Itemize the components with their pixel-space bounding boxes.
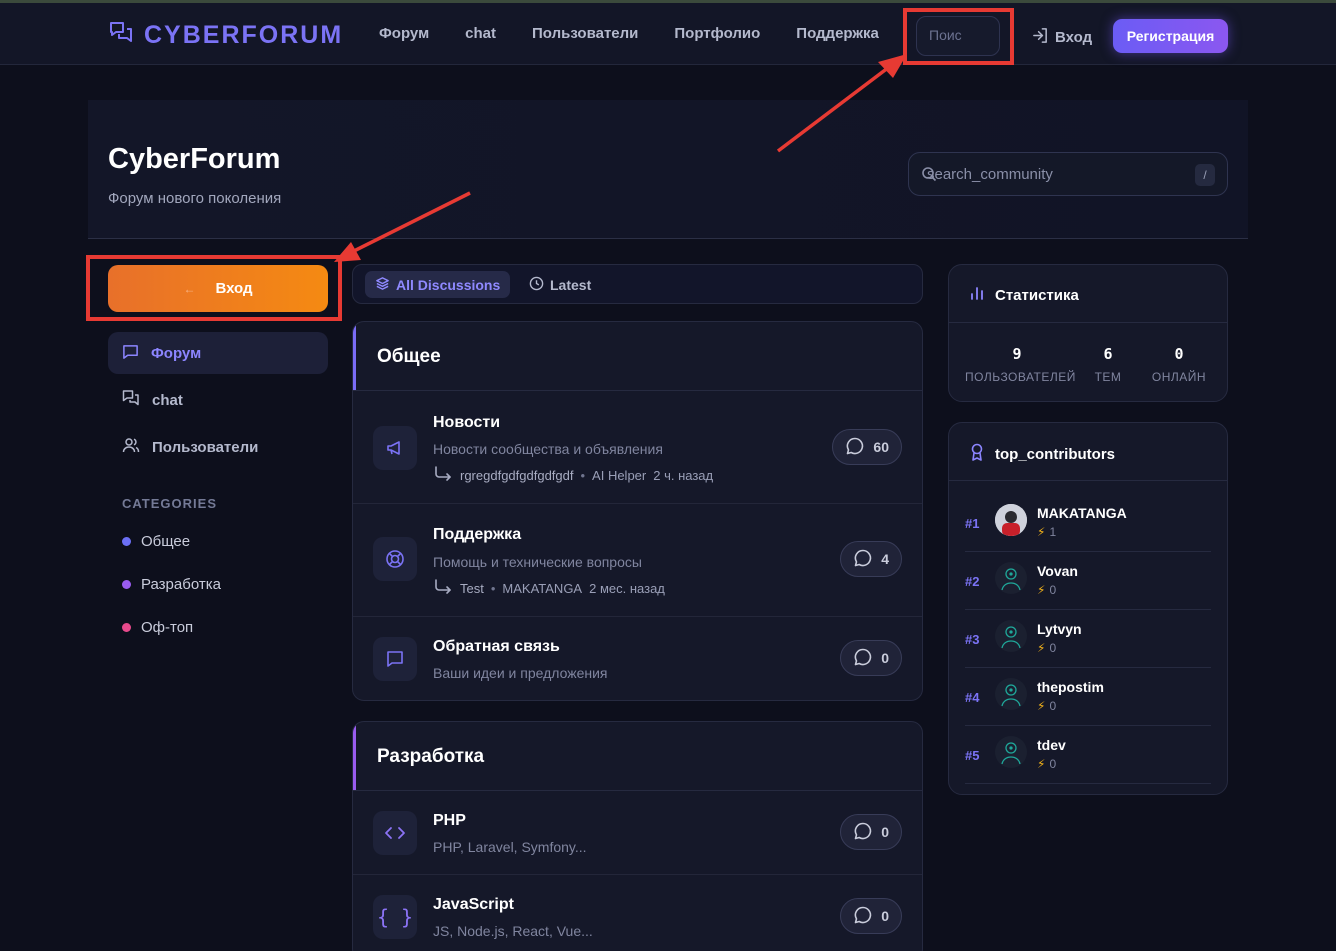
annotation-arrows — [334, 54, 907, 262]
